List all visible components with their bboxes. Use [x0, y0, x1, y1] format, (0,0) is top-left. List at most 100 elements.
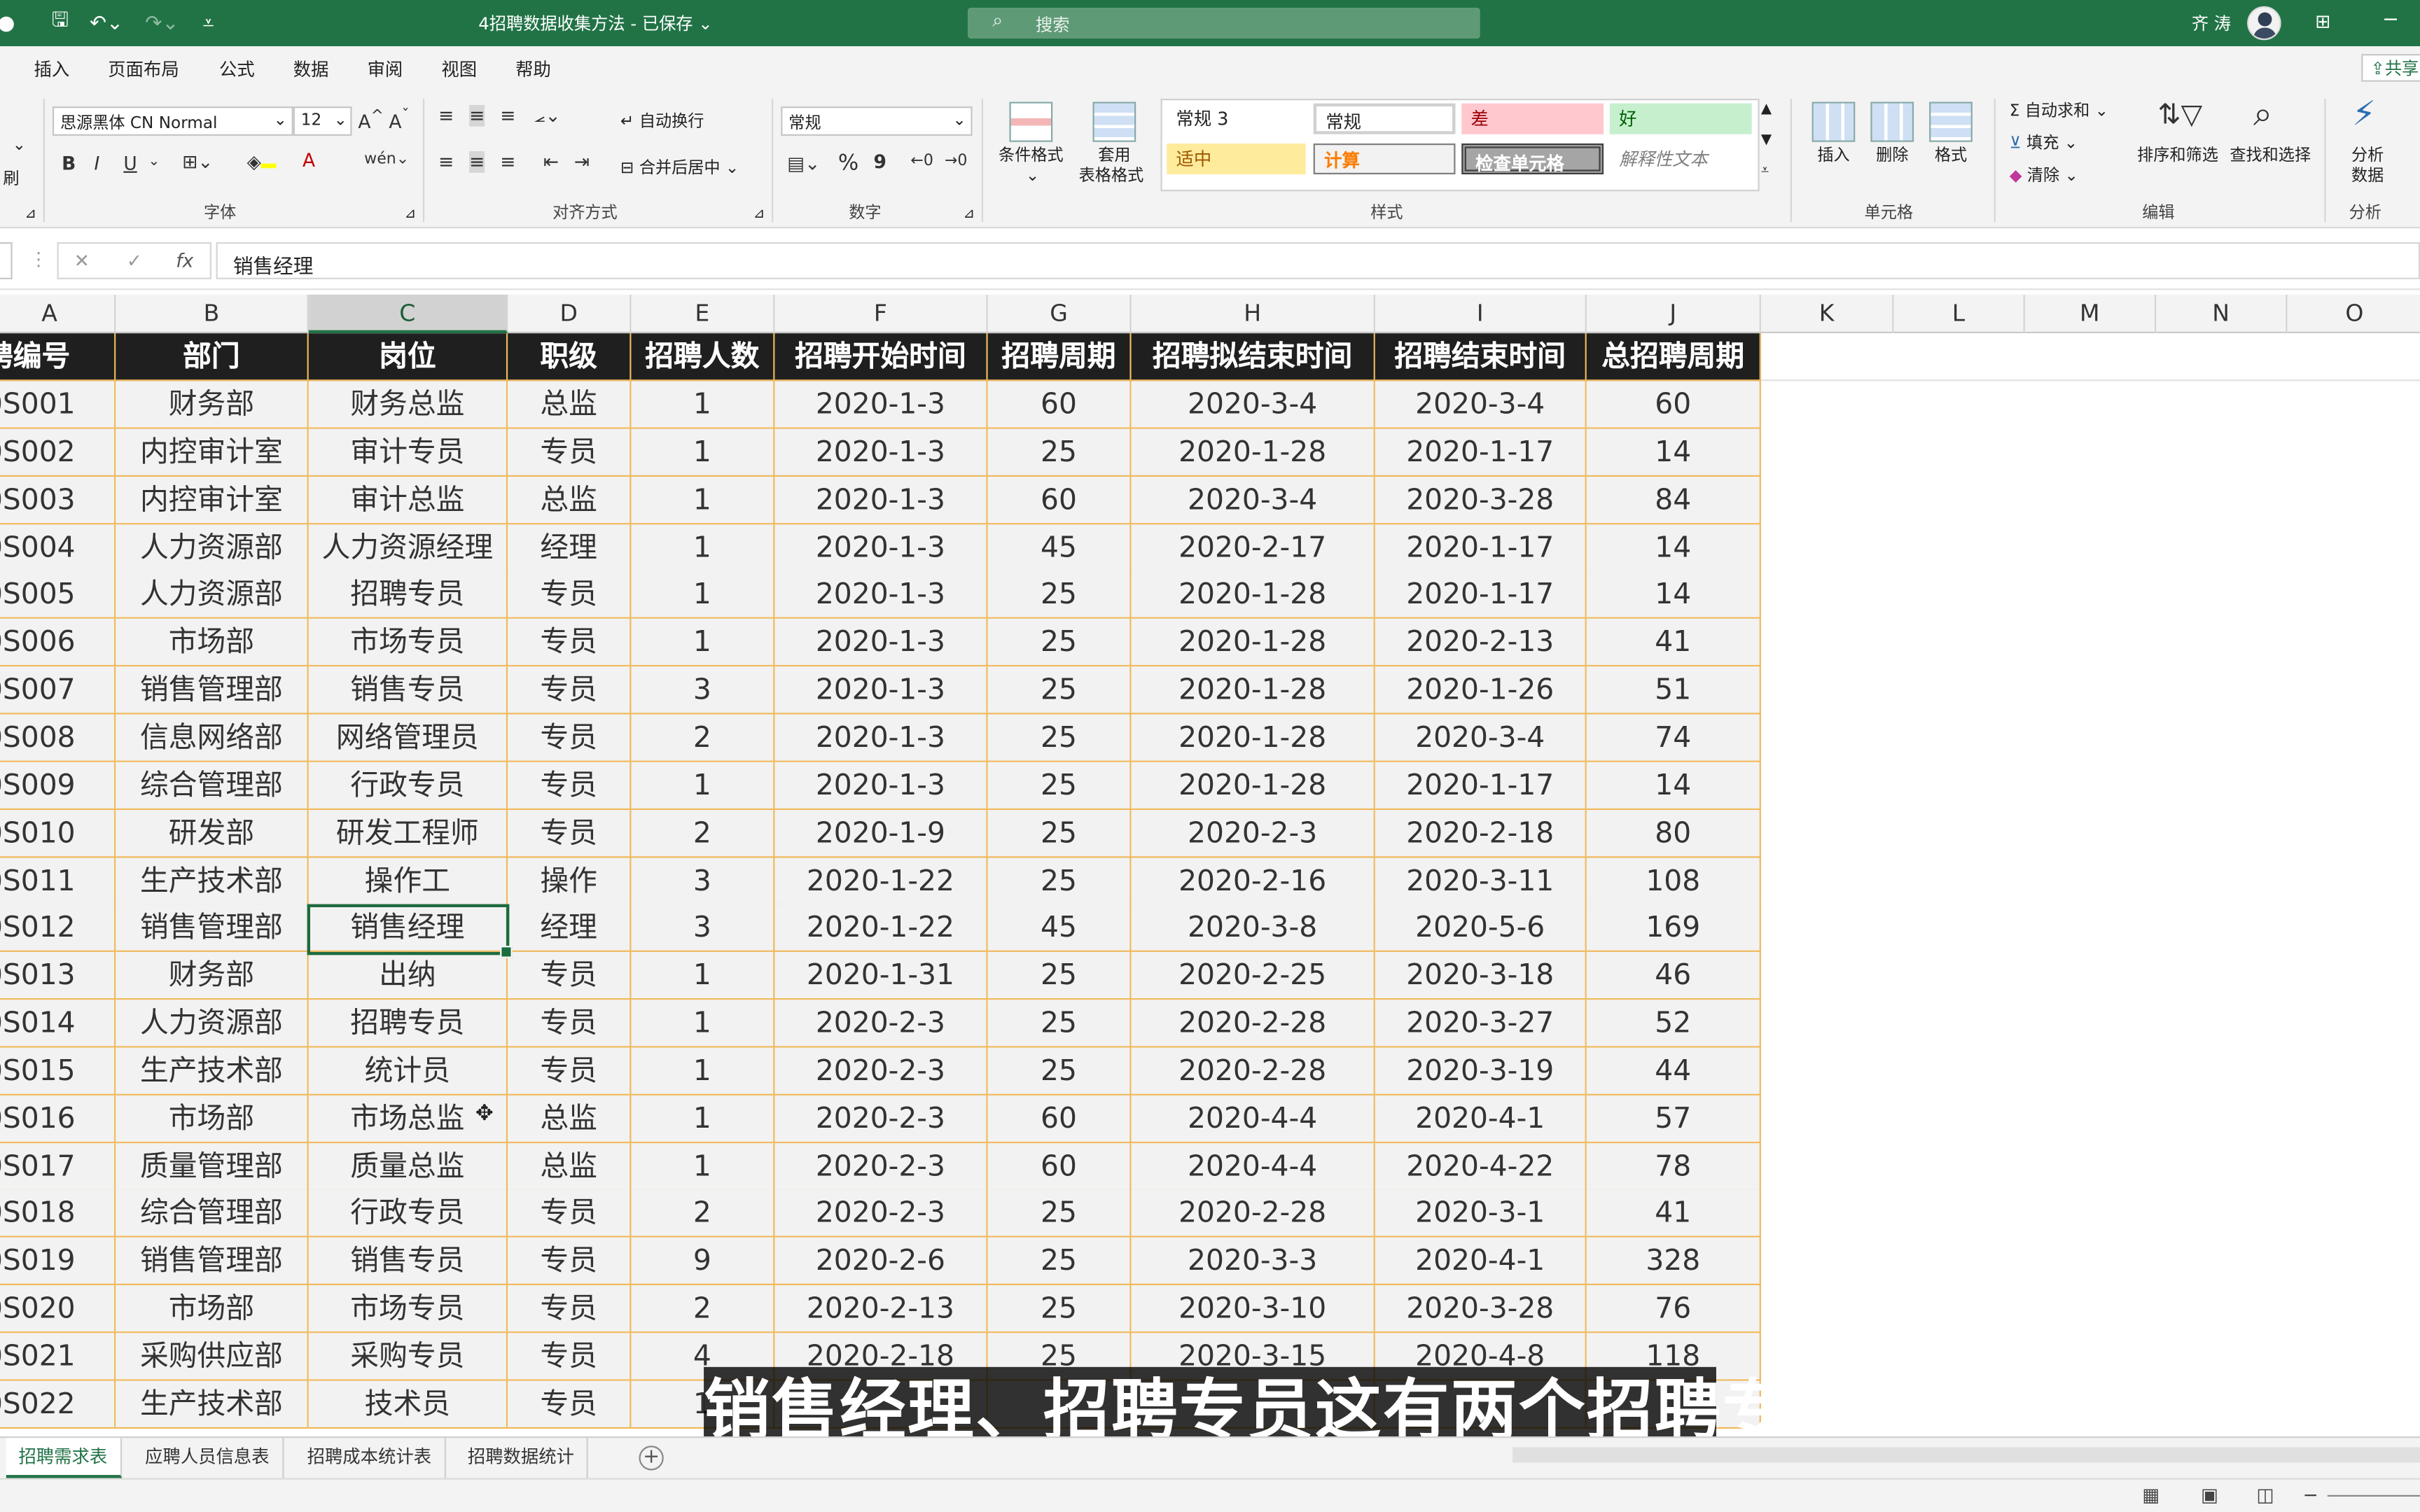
table-cell[interactable]: 专员: [508, 762, 632, 810]
table-cell[interactable]: 2020-1-28: [1131, 571, 1375, 620]
table-cell[interactable]: 2020-1-26: [1375, 666, 1587, 715]
table-cell[interactable]: 0S013: [0, 952, 116, 1000]
table-cell[interactable]: 46: [1586, 952, 1761, 1000]
table-cell[interactable]: 25: [987, 952, 1132, 1000]
table-cell[interactable]: 2020-3-4: [1131, 476, 1375, 524]
tab-page-layout[interactable]: 页面布局: [108, 57, 179, 82]
table-cell[interactable]: 0S015: [0, 1047, 116, 1096]
table-cell[interactable]: 2020-1-17: [1375, 571, 1587, 620]
table-cell[interactable]: 14: [1586, 524, 1761, 572]
table-cell[interactable]: 0S022: [0, 1380, 116, 1429]
sheet-tab-recruitment-cost[interactable]: 招聘成本统计表: [295, 1438, 445, 1478]
table-cell[interactable]: 2: [631, 1190, 775, 1238]
table-cell[interactable]: 2020-1-3: [774, 714, 988, 762]
table-cell[interactable]: 2020-3-8: [1131, 904, 1375, 953]
table-cell[interactable]: 2020-3-1: [1375, 1190, 1587, 1238]
table-cell[interactable]: 招聘专员: [308, 1000, 508, 1048]
table-cell[interactable]: 2020-2-18: [1375, 809, 1587, 858]
tab-formulas[interactable]: 公式: [219, 57, 255, 82]
table-cell[interactable]: 操作: [508, 857, 632, 905]
table-cell[interactable]: 2: [631, 1285, 775, 1334]
alignment-launcher-icon[interactable]: ⊿: [753, 206, 765, 222]
table-cell[interactable]: 0S009: [0, 762, 116, 810]
table-cell[interactable]: 行政专员: [308, 762, 508, 810]
table-cell[interactable]: 2020-1-17: [1375, 762, 1587, 810]
table-cell[interactable]: 质量管理部: [116, 1142, 309, 1191]
table-cell[interactable]: 2020-1-28: [1131, 619, 1375, 667]
table-cell[interactable]: 25: [987, 762, 1132, 810]
table-cell[interactable]: 销售专员: [308, 1238, 508, 1286]
table-cell[interactable]: 57: [1586, 1095, 1761, 1143]
table-cell[interactable]: 审计总监: [308, 476, 508, 524]
merge-center-button[interactable]: ⊟ 合并后居中 ⌄: [620, 156, 739, 179]
table-cell[interactable]: 2: [631, 809, 775, 858]
table-cell[interactable]: 2020-3-18: [1375, 952, 1587, 1000]
name-box[interactable]: [0, 242, 13, 279]
formula-input[interactable]: 销售经理: [216, 242, 2420, 279]
table-cell[interactable]: 2020-2-3: [1131, 809, 1375, 858]
table-cell[interactable]: 2020-2-13: [1375, 619, 1587, 667]
table-cell[interactable]: 2020-2-28: [1131, 1190, 1375, 1238]
table-cell[interactable]: 2020-1-3: [774, 428, 988, 477]
table-cell[interactable]: 25: [987, 571, 1132, 620]
table-cell[interactable]: 2020-1-3: [774, 571, 988, 620]
table-cell[interactable]: 14: [1586, 571, 1761, 620]
table-cell[interactable]: 人力资源部: [116, 1000, 309, 1048]
style-neutral[interactable]: 适中: [1167, 143, 1306, 175]
table-cell[interactable]: 0S014: [0, 1000, 116, 1048]
table-cell[interactable]: 60: [987, 476, 1132, 524]
table-cell[interactable]: 80: [1586, 809, 1761, 858]
table-header-cell[interactable]: 招聘拟结束时间: [1131, 333, 1375, 382]
table-cell[interactable]: 25: [987, 1047, 1132, 1096]
table-cell[interactable]: 人力资源部: [116, 524, 309, 572]
normal-view-icon[interactable]: ▦: [2142, 1484, 2160, 1506]
sort-filter-icon[interactable]: ⇅▽: [2157, 99, 2202, 131]
horizontal-scrollbar[interactable]: [1512, 1447, 2420, 1463]
table-cell[interactable]: 2020-2-3: [774, 1190, 988, 1238]
zoom-slider[interactable]: [2327, 1494, 2420, 1497]
table-cell[interactable]: 3: [631, 666, 775, 715]
table-cell[interactable]: 经理: [508, 524, 632, 572]
increase-font-size-icon[interactable]: A^: [358, 108, 384, 132]
insert-cells-icon[interactable]: [1811, 102, 1856, 142]
decrease-font-size-icon[interactable]: Aˇ: [389, 108, 409, 132]
table-cell[interactable]: 25: [987, 666, 1132, 715]
table-cell[interactable]: 60: [987, 381, 1132, 429]
increase-indent-icon[interactable]: ⇥: [574, 151, 590, 173]
worksheet-grid[interactable]: 聘编号部门岗位职级招聘人数招聘开始时间招聘周期招聘拟结束时间招聘结束时间总招聘周…: [0, 333, 2420, 1437]
table-cell[interactable]: 3: [631, 904, 775, 953]
table-cell[interactable]: 1: [631, 1000, 775, 1048]
table-cell[interactable]: 2020-1-3: [774, 381, 988, 429]
style-normal-3[interactable]: 常规 3: [1167, 104, 1305, 134]
table-cell[interactable]: 0S017: [0, 1142, 116, 1191]
table-cell[interactable]: 9: [631, 1238, 775, 1286]
find-select-icon[interactable]: ⌕: [2253, 96, 2272, 134]
table-cell[interactable]: 1: [631, 619, 775, 667]
sheet-tab-applicant-info[interactable]: 应聘人员信息表: [133, 1438, 284, 1478]
table-cell[interactable]: 财务部: [116, 952, 309, 1000]
table-cell[interactable]: 1: [631, 1047, 775, 1096]
number-format-dropdown[interactable]: 常规 ⌄: [781, 106, 973, 136]
table-cell[interactable]: 采购专员: [308, 1333, 508, 1381]
table-cell[interactable]: 2020-1-3: [774, 476, 988, 524]
table-cell[interactable]: 2: [631, 714, 775, 762]
minimize-icon[interactable]: ─: [2384, 9, 2396, 32]
page-layout-view-icon[interactable]: ▣: [2201, 1484, 2218, 1506]
table-cell[interactable]: 招聘专员: [308, 571, 508, 620]
table-cell[interactable]: 1: [631, 762, 775, 810]
redo-icon[interactable]: ↷⌄: [142, 9, 182, 37]
table-header-cell[interactable]: 岗位: [308, 333, 508, 382]
table-cell[interactable]: 生产技术部: [116, 1380, 309, 1429]
fill-button[interactable]: ⊻ 填充 ⌄: [2010, 131, 2078, 154]
table-cell[interactable]: 2020-3-27: [1375, 1000, 1587, 1048]
table-cell[interactable]: 生产技术部: [116, 857, 309, 905]
table-cell[interactable]: 销售专员: [308, 666, 508, 715]
format-as-table-icon[interactable]: [1092, 102, 1136, 142]
formula-bar-splitter-icon[interactable]: ⋮: [29, 248, 48, 270]
table-cell[interactable]: 2020-3-4: [1375, 381, 1587, 429]
table-cell[interactable]: 2020-1-3: [774, 524, 988, 572]
table-cell[interactable]: 1: [631, 381, 775, 429]
table-cell[interactable]: 44: [1586, 1047, 1761, 1096]
document-title[interactable]: 4招聘数据收集方法 - 已保存 ⌄: [478, 10, 712, 35]
table-cell[interactable]: 研发工程师: [308, 809, 508, 858]
